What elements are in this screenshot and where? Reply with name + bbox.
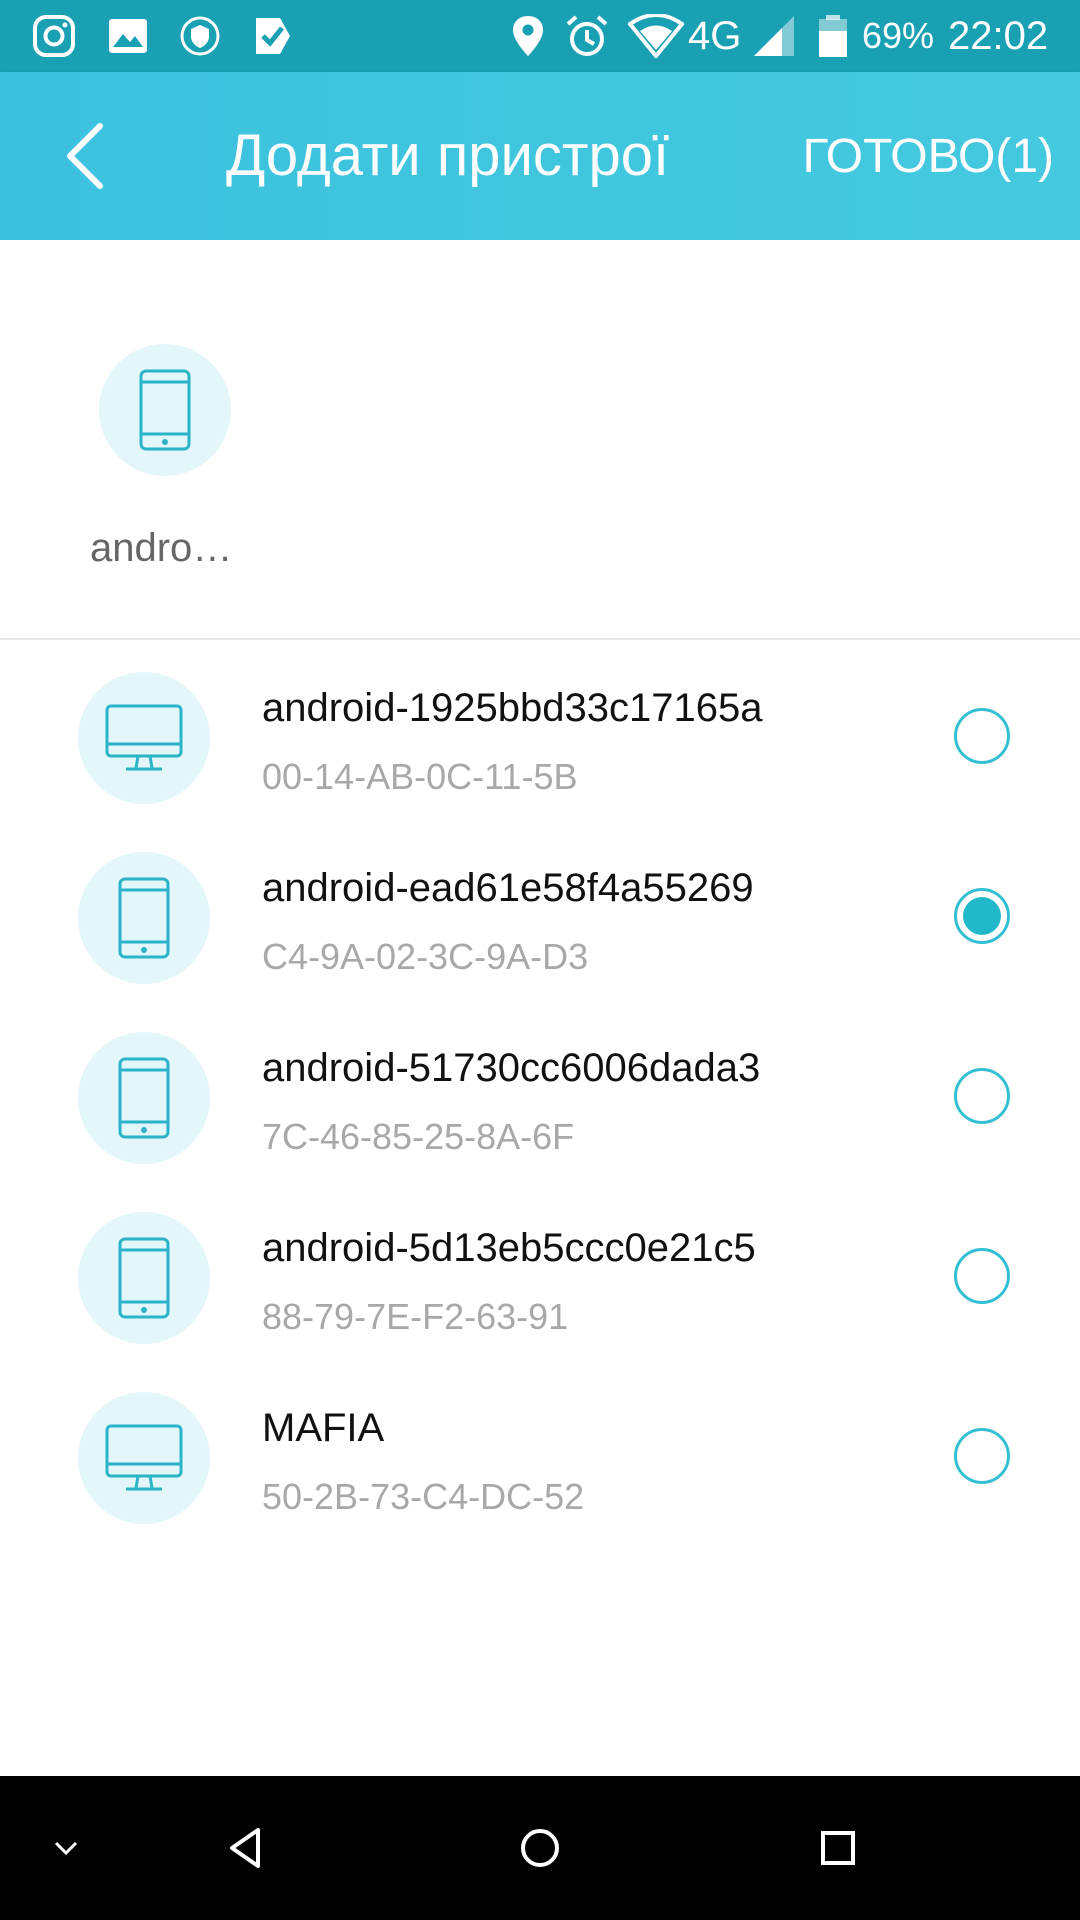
device-mac: 00-14-AB-0C-11-5B — [262, 756, 578, 797]
monitor-icon — [105, 1424, 183, 1491]
selected-device-label: androi… — [90, 526, 240, 570]
alarm-icon — [566, 15, 608, 56]
device-mac: 50-2B-73-C4-DC-52 — [262, 1476, 585, 1517]
device-row[interactable]: android-1925bbd33c17165a 00-14-AB-0C-11-… — [0, 652, 1080, 832]
device-mac: 88-79-7E-F2-63-91 — [262, 1296, 569, 1337]
phone-icon — [118, 1057, 170, 1139]
nav-recents-icon — [821, 1831, 855, 1865]
app-bar: Додати пристрої ГОТОВО(1) — [0, 72, 1080, 240]
device-avatar — [78, 1212, 210, 1344]
device-avatar — [78, 1392, 210, 1524]
nav-hide-button[interactable] — [24, 1806, 108, 1890]
monitor-icon — [105, 704, 183, 771]
selected-devices: androi… — [0, 240, 1080, 638]
device-avatar — [78, 852, 210, 984]
device-avatar — [78, 672, 210, 804]
page-title: Додати пристрої — [226, 123, 670, 188]
device-mac: C4-9A-02-3C-9A-D3 — [262, 936, 589, 977]
divider — [0, 638, 1080, 640]
battery-icon — [819, 15, 847, 57]
nav-back-button[interactable] — [204, 1806, 288, 1890]
device-radio[interactable] — [954, 1248, 1010, 1304]
nav-recents-button[interactable] — [796, 1806, 880, 1890]
nav-back-icon — [230, 1828, 260, 1868]
phone-icon — [139, 369, 191, 451]
system-nav-bar — [0, 1776, 1080, 1920]
status-bar: 4G 69% 22:02 — [0, 0, 1080, 72]
chevron-left-icon — [67, 123, 103, 189]
phone-icon — [118, 877, 170, 959]
device-radio[interactable] — [954, 708, 1010, 764]
device-name: MAFIA — [262, 1406, 385, 1450]
device-row[interactable]: android-ead61e58f4a55269 C4-9A-02-3C-9A-… — [0, 832, 1080, 1012]
shield-icon — [180, 16, 220, 56]
network-type: 4G — [688, 14, 742, 58]
device-radio[interactable] — [954, 1068, 1010, 1124]
nav-home-icon — [521, 1829, 559, 1867]
wifi-icon — [628, 14, 684, 58]
device-row[interactable]: MAFIA 50-2B-73-C4-DC-52 — [0, 1372, 1080, 1552]
tasks-icon — [256, 18, 290, 54]
battery-percent: 69% — [862, 15, 935, 56]
device-radio[interactable] — [954, 1428, 1010, 1484]
signal-icon — [754, 16, 794, 56]
device-name: android-51730cc6006dada3 — [262, 1046, 761, 1090]
device-name: android-ead61e58f4a55269 — [262, 866, 754, 910]
device-list: android-1925bbd33c17165a 00-14-AB-0C-11-… — [0, 652, 1080, 1552]
device-row[interactable]: android-5d13eb5ccc0e21c5 88-79-7E-F2-63-… — [0, 1192, 1080, 1372]
device-name: android-5d13eb5ccc0e21c5 — [262, 1226, 756, 1270]
device-radio-checked[interactable] — [954, 888, 1010, 944]
nav-home-button[interactable] — [498, 1806, 582, 1890]
phone-icon — [118, 1237, 170, 1319]
device-avatar — [99, 344, 231, 476]
chevron-down-icon — [54, 1841, 78, 1856]
back-button[interactable] — [44, 112, 132, 200]
selected-device-chip[interactable]: androi… — [90, 344, 240, 571]
device-avatar — [78, 1032, 210, 1164]
done-button[interactable]: ГОТОВО(1) — [802, 128, 1054, 186]
instagram-icon — [33, 15, 75, 57]
device-mac: 7C-46-85-25-8A-6F — [262, 1116, 575, 1157]
gallery-icon — [109, 19, 147, 53]
location-icon — [513, 16, 543, 56]
device-name: android-1925bbd33c17165a — [262, 686, 763, 730]
clock-time: 22:02 — [948, 14, 1049, 58]
device-row[interactable]: android-51730cc6006dada3 7C-46-85-25-8A-… — [0, 1012, 1080, 1192]
